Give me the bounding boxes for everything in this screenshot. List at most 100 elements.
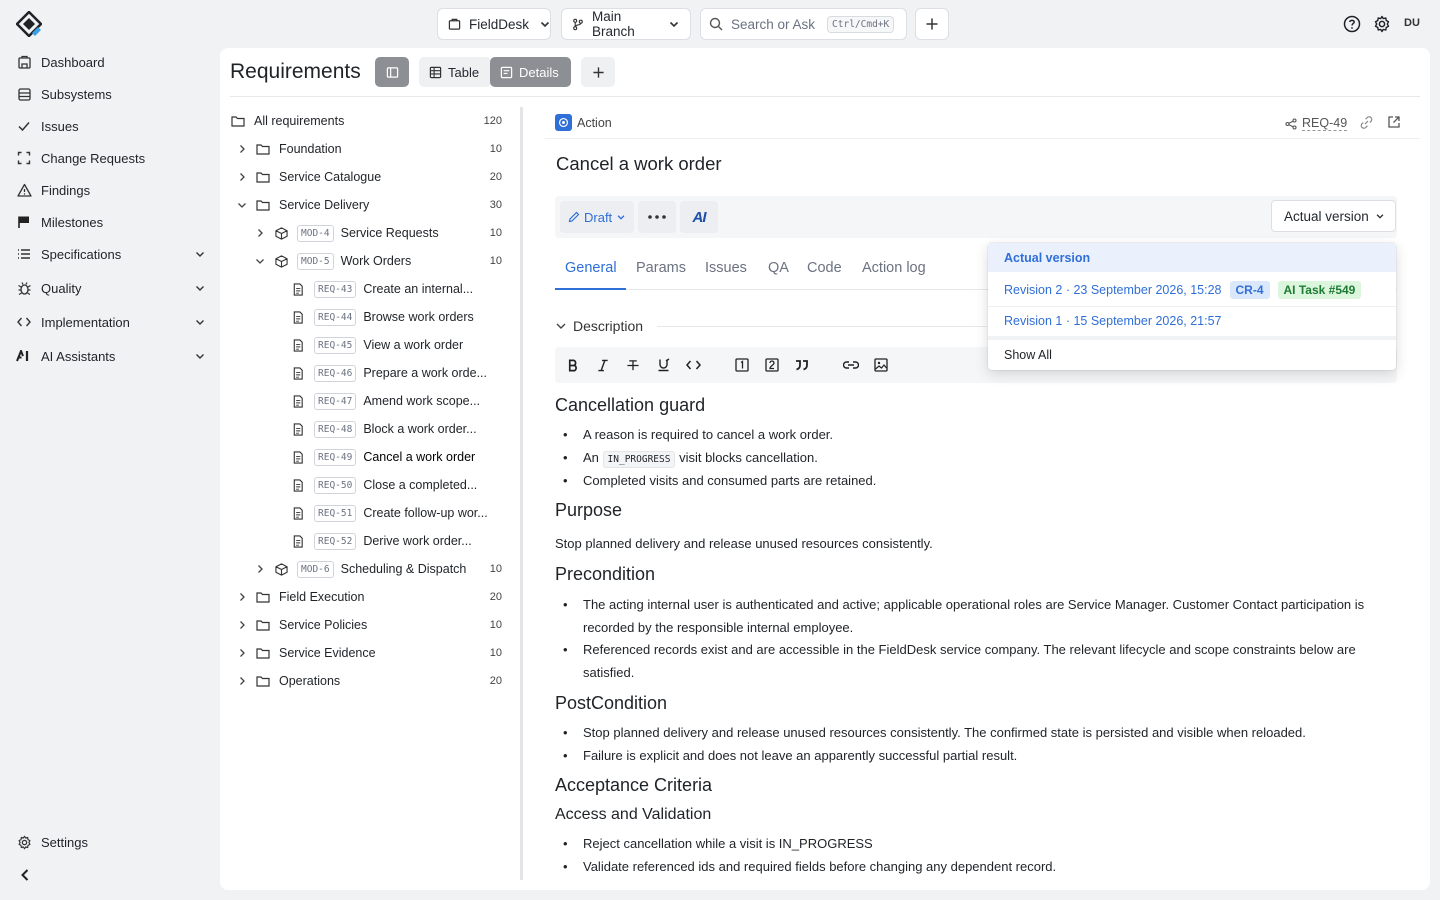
add-button[interactable] [915,8,949,40]
gear-icon[interactable] [1372,14,1392,34]
version-option-revision-1[interactable]: Revision 1 · 15 September 2026, 21:57 [988,307,1396,335]
tree-group-item[interactable]: Field Execution [237,584,364,610]
search-input[interactable]: Search or Ask Ctrl/Cmd+K [700,8,907,40]
tree-requirement-item[interactable]: REQ-48 Block a work order... [290,416,477,442]
heading1-icon[interactable] [733,356,751,374]
sidebar-item-subsystems[interactable]: Subsystems [16,81,206,107]
search-icon [709,17,723,31]
module-icon [273,225,289,241]
user-avatar[interactable]: DU [1404,17,1420,29]
req-id-link[interactable]: REQ-49 [1285,116,1348,131]
italic-icon[interactable] [594,356,612,374]
sidebar-item-label: Quality [41,280,82,296]
link-icon[interactable] [842,356,860,374]
chevron-down-icon[interactable] [237,197,247,213]
tree-requirement-item[interactable]: REQ-51 Create follow-up wor... [290,500,488,526]
chevron-down-icon[interactable] [194,282,206,294]
version-select[interactable]: Actual version [1271,200,1396,232]
sidebar-item-implementation[interactable]: Implementation [16,309,206,335]
chevron-right-icon[interactable] [237,589,247,605]
tree-group-item[interactable]: Service Policies [237,612,367,638]
toggle-tree-button[interactable] [375,57,409,87]
collapse-sidebar-icon[interactable] [17,867,33,883]
tree-group-item[interactable]: Foundation [237,136,342,162]
sidebar-item-findings[interactable]: Findings [16,177,206,203]
sidebar-item-dashboard[interactable]: Dashboard [16,49,206,75]
change-request-badge[interactable]: CR-4 [1229,281,1270,299]
more-options-button[interactable] [638,201,676,233]
tree-module-item[interactable]: MOD-4 Service Requests [255,220,439,246]
tree-group-item[interactable]: Operations [237,668,340,694]
add-view-button[interactable] [581,57,615,87]
app-logo[interactable] [16,11,42,37]
chevron-down-icon[interactable] [194,350,206,362]
bold-icon[interactable] [564,356,582,374]
tab-code[interactable]: Code [807,260,842,276]
view-table-button[interactable]: Table [419,57,491,87]
tree-requirement-item[interactable]: REQ-50 Close a completed... [290,472,477,498]
tree-requirement-item[interactable]: REQ-52 Derive work order... [290,528,472,554]
tree-requirement-item[interactable]: REQ-46 Prepare a work orde... [290,360,487,386]
chevron-down-icon[interactable] [194,248,206,260]
chevron-right-icon[interactable] [237,673,247,689]
plus-icon [925,17,939,31]
tab-action-log[interactable]: Action log [862,260,926,276]
tree-divider[interactable] [520,107,523,880]
tab-issues[interactable]: Issues [705,260,747,276]
tab-general[interactable]: General [565,260,617,276]
underline-icon[interactable] [654,356,672,374]
chevron-right-icon[interactable] [255,561,265,577]
folder-icon [255,589,271,605]
branch-selector[interactable]: Main Branch [561,8,691,40]
tree-group-item[interactable]: Service Delivery [237,192,369,218]
chevron-right-icon[interactable] [237,169,247,185]
tree-requirement-item[interactable]: REQ-44 Browse work orders [290,304,474,330]
chevron-down-icon[interactable] [194,316,206,328]
description-section-toggle[interactable]: Description [555,318,643,334]
ai-task-badge[interactable]: AI Task #549 [1277,281,1362,299]
heading2-icon[interactable] [763,356,781,374]
tree-all-requirements[interactable]: All requirements [230,108,344,134]
tree-group-item[interactable]: Service Catalogue [237,164,381,190]
open-external-icon[interactable] [1387,115,1401,129]
image-icon[interactable] [872,356,890,374]
status-dropdown[interactable]: Draft [560,201,634,233]
link-icon[interactable] [1359,115,1374,130]
sidebar-item-change-requests[interactable]: Change Requests [16,145,206,171]
requirement-title[interactable]: Cancel a work order [556,153,722,175]
chevron-right-icon[interactable] [255,225,265,241]
tree-requirement-item[interactable]: REQ-43 Create an internal... [290,276,473,302]
version-option-show-all[interactable]: Show All [988,340,1396,369]
version-option-revision-2[interactable]: Revision 2 · 23 September 2026, 15:28 CR… [988,276,1396,304]
sidebar-item-label: Dashboard [41,54,105,70]
sidebar-item-issues[interactable]: Issues [16,113,206,139]
sidebar-item-milestones[interactable]: Milestones [16,209,206,235]
inline-code-icon[interactable] [684,356,702,374]
strikethrough-icon[interactable] [624,356,642,374]
chevron-down-icon[interactable] [255,253,265,269]
chevron-right-icon[interactable] [237,645,247,661]
tree-module-item[interactable]: MOD-6 Scheduling & Dispatch [255,556,466,582]
sidebar-item-quality[interactable]: Quality [16,275,206,301]
tree-requirement-item[interactable]: REQ-45 View a work order [290,332,463,358]
tree-requirement-item[interactable]: REQ-47 Amend work scope... [290,388,480,414]
sidebar-item-settings[interactable]: Settings [16,829,206,855]
heading-purpose: Purpose [555,500,623,520]
view-details-button[interactable]: Details [490,57,571,87]
sidebar-item-ai-assistants[interactable]: AI Assistants [16,343,206,369]
sidebar-item-specifications[interactable]: Specifications [16,241,206,267]
workspace-selector[interactable]: FieldDesk [437,8,551,40]
tab-params[interactable]: Params [636,260,686,276]
tab-qa[interactable]: QA [768,260,789,276]
item-id-tag: REQ-49 [314,448,357,466]
tree-module-item[interactable]: MOD-5 Work Orders [255,248,411,274]
ai-button[interactable]: AI [680,201,718,233]
quote-icon[interactable] [793,356,811,374]
tree-requirement-item[interactable]: REQ-49 Cancel a work order [290,444,475,470]
version-option-actual[interactable]: Actual version [988,243,1396,272]
help-icon[interactable] [1342,14,1362,34]
chevron-right-icon[interactable] [237,617,247,633]
item-id-tag: REQ-43 [314,280,357,298]
chevron-right-icon[interactable] [237,141,247,157]
tree-group-item[interactable]: Service Evidence [237,640,376,666]
